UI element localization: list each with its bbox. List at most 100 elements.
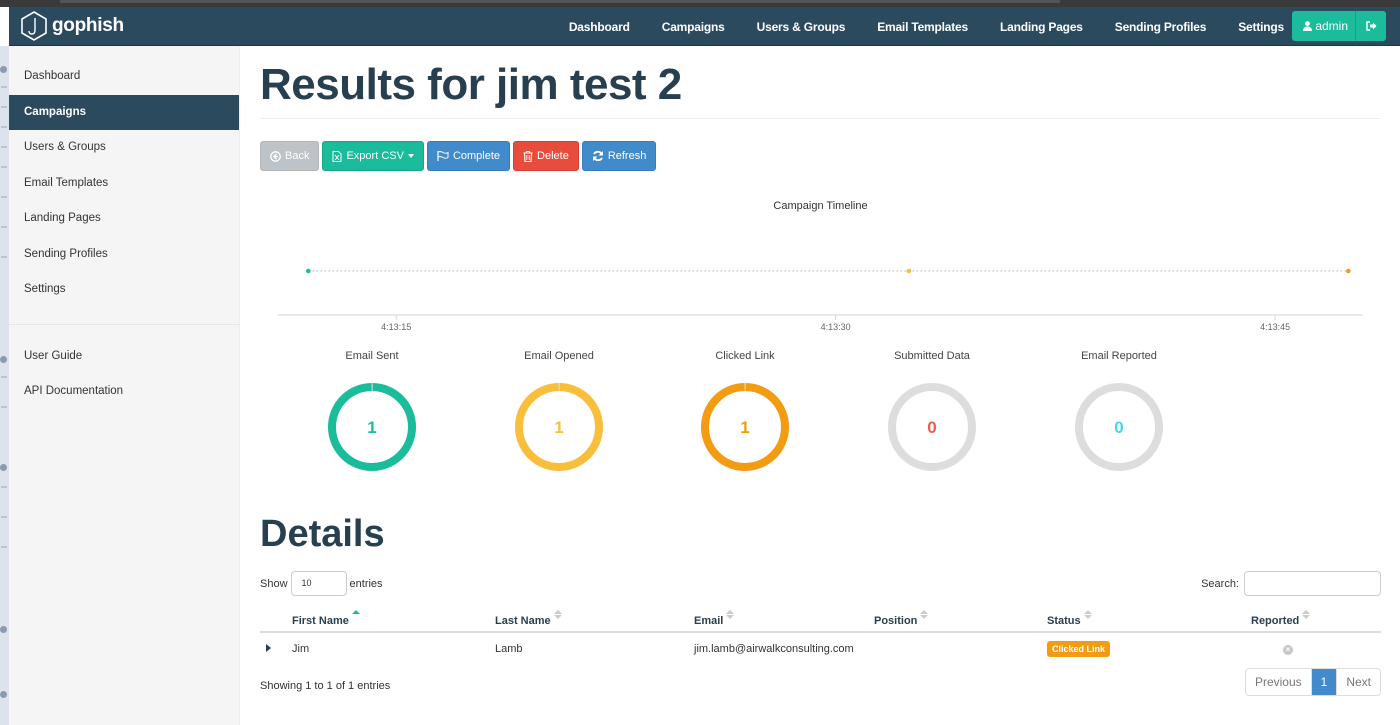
sidebar-item-api-documentation[interactable]: API Documentation	[9, 374, 239, 410]
nav-links: Dashboard Campaigns Users & Groups Email…	[553, 7, 1300, 46]
strip-mark	[1, 516, 7, 518]
sign-out-icon	[1365, 21, 1376, 31]
title-divider	[260, 118, 1381, 119]
sidebar-item-user-guide[interactable]: User Guide	[9, 339, 239, 375]
refresh-label: Refresh	[607, 150, 647, 162]
sidebar-item-email-templates[interactable]: Email Templates	[9, 166, 239, 202]
entries-select[interactable]: 10	[290, 571, 347, 596]
stat-label: Email Opened	[524, 350, 594, 362]
search-label: Search:	[1201, 577, 1239, 590]
timeline-chart: 4:13:15 4:13:30 4:13:45	[278, 268, 1363, 332]
nav-sending-profiles[interactable]: Sending Profiles	[1099, 20, 1222, 34]
pagination-page-1[interactable]: 1	[1310, 669, 1337, 695]
nav-dashboard[interactable]: Dashboard	[553, 20, 646, 34]
refresh-icon	[592, 150, 603, 162]
back-label: Back	[285, 150, 310, 162]
pagination-next[interactable]: Next	[1336, 669, 1380, 695]
campaign-timeline: Campaign Timeline 4:13:15 4:13:30 4:13:45	[260, 185, 1381, 345]
export-label: Export CSV	[346, 150, 404, 162]
column-header-email[interactable]: Email	[694, 602, 874, 633]
timeline-event-point	[305, 268, 311, 274]
admin-label: admin	[1315, 19, 1348, 33]
export-csv-button[interactable]: Export CSV	[322, 141, 424, 171]
stat-donut: 0	[888, 383, 976, 471]
cell-status: Clicked Link	[1047, 632, 1251, 664]
table-row[interactable]: Jim Lamb jim.lamb@airwalkconsulting.com …	[260, 632, 1381, 664]
table-info: Showing 1 to 1 of 1 entries	[260, 680, 391, 692]
stat-donut: 1	[328, 383, 416, 471]
show-label: Show	[260, 577, 288, 590]
sidebar-item-users-groups[interactable]: Users & Groups	[9, 130, 239, 166]
caret-right-icon[interactable]	[266, 643, 271, 652]
nav-users-groups[interactable]: Users & Groups	[741, 20, 862, 34]
pagination-previous[interactable]: Previous	[1246, 669, 1311, 695]
cell-first-name: Jim	[292, 642, 310, 655]
delete-label: Delete	[537, 150, 569, 162]
back-button[interactable]: Back	[260, 141, 320, 171]
column-label: Email	[694, 614, 724, 627]
timeline-tick-label: 4:13:45	[1260, 322, 1290, 332]
cell-position	[874, 632, 1047, 664]
stat-clicked-link: Clicked Link 1	[670, 345, 820, 472]
sort-icon	[920, 609, 929, 622]
stat-email-sent: Email Sent 1	[297, 345, 447, 472]
sort-icon	[726, 609, 735, 622]
sidebar-item-sending-profiles[interactable]: Sending Profiles	[9, 237, 239, 273]
sidebar-item-dashboard[interactable]: Dashboard	[9, 59, 239, 95]
nav-settings[interactable]: Settings	[1222, 20, 1300, 34]
sidebar-item-landing-pages[interactable]: Landing Pages	[9, 201, 239, 237]
background-window-strip	[0, 46, 9, 725]
delete-button[interactable]: Delete	[513, 141, 579, 171]
strip-mark	[1, 406, 7, 408]
column-header-status[interactable]: Status	[1047, 602, 1251, 633]
strip-mark	[1, 256, 7, 258]
strip-mark	[1, 196, 7, 198]
column-header-position[interactable]: Position	[874, 602, 1047, 633]
nav-landing-pages[interactable]: Landing Pages	[984, 20, 1099, 34]
brand-logo[interactable]: gophish	[20, 10, 124, 42]
strip-mark	[1, 226, 7, 228]
user-menu: admin	[1292, 11, 1386, 41]
column-header-first-name[interactable]: First Name	[292, 602, 495, 633]
strip-dot	[0, 66, 7, 73]
sidebar: Dashboard Campaigns Users & Groups Email…	[9, 46, 240, 725]
cell-reported: ×	[1251, 632, 1381, 664]
table-footer: Showing 1 to 1 of 1 entries Previous 1 N…	[260, 668, 1381, 708]
stat-email-opened: Email Opened 1	[484, 345, 634, 472]
column-header-reported[interactable]: Reported	[1251, 602, 1381, 633]
cell-last-name: Lamb	[495, 642, 523, 655]
timeline-tick-label: 4:13:15	[381, 322, 411, 332]
entries-length-control: Show 10 entries	[260, 571, 383, 596]
timeline-event-point	[906, 268, 912, 274]
details-title: Details	[260, 513, 385, 555]
expand-column-header	[260, 602, 292, 633]
nav-email-templates[interactable]: Email Templates	[861, 20, 984, 34]
column-label: Position	[874, 614, 918, 627]
arrow-circle-left-icon	[270, 150, 281, 162]
complete-button[interactable]: Complete	[426, 141, 511, 171]
stat-donut: 1	[701, 383, 789, 471]
sidebar-item-settings[interactable]: Settings	[9, 272, 239, 308]
strip-mark	[1, 106, 7, 108]
cell-email: jim.lamb@airwalkconsulting.com	[694, 642, 854, 655]
column-header-last-name[interactable]: Last Name	[495, 602, 694, 633]
sort-asc-icon	[351, 609, 360, 622]
flag-checkered-icon	[437, 151, 449, 161]
logout-button[interactable]	[1355, 11, 1386, 41]
strip-dot	[0, 464, 7, 471]
search-input[interactable]	[1244, 571, 1381, 596]
nav-campaigns[interactable]: Campaigns	[646, 20, 741, 34]
strip-mark	[1, 126, 7, 128]
strip-dot	[0, 356, 7, 363]
strip-dot	[0, 626, 7, 633]
expand-cell[interactable]	[260, 632, 292, 664]
column-label: Reported	[1251, 614, 1300, 627]
file-excel-icon	[332, 150, 342, 162]
trash-icon	[523, 150, 533, 162]
admin-button[interactable]: admin	[1292, 11, 1355, 41]
sidebar-item-campaigns[interactable]: Campaigns	[9, 94, 239, 130]
stat-donut: 0	[1075, 383, 1163, 471]
strip-dot	[0, 691, 7, 698]
refresh-button[interactable]: Refresh	[581, 141, 657, 171]
stat-value: 0	[927, 418, 936, 437]
